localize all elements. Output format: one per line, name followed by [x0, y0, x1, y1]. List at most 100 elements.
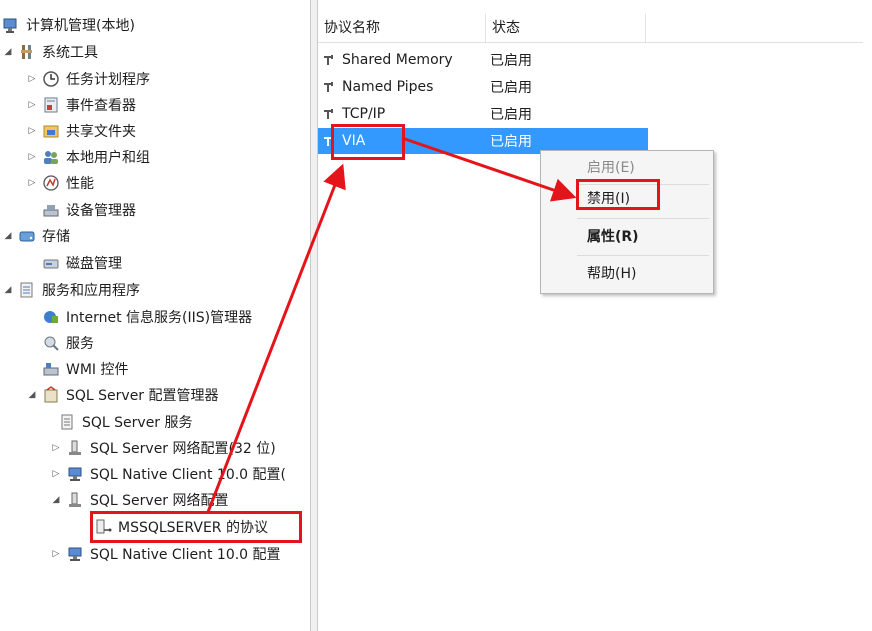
tree-item-disk-management[interactable]: 磁盘管理	[26, 252, 122, 274]
tree-item-label: 性能	[66, 176, 94, 192]
tree-item-label: 存储	[42, 229, 70, 245]
tree-item-native-client-32[interactable]: ▷ SQL Native Client 10.0 配置(	[50, 463, 286, 485]
tree-item-label: SQL Native Client 10.0 配置	[90, 547, 281, 563]
shared-folders-icon	[42, 122, 60, 140]
expand-toggle[interactable]: ▷	[26, 100, 38, 110]
users-groups-icon	[42, 148, 60, 166]
tree-item-native-client[interactable]: ▷ SQL Native Client 10.0 配置	[50, 543, 281, 565]
sql-services-icon	[58, 413, 76, 431]
table-row[interactable]: Shared Memory 已启用	[318, 47, 648, 73]
tree-item-iis-manager[interactable]: Internet 信息服务(IIS)管理器	[26, 306, 252, 328]
column-header-protocol-name[interactable]: 协议名称	[318, 14, 486, 42]
menu-separator	[577, 255, 709, 256]
pane-splitter[interactable]	[310, 0, 318, 631]
tree-item-network-config[interactable]: ◢ SQL Server 网络配置	[50, 489, 229, 511]
task-scheduler-icon	[42, 70, 60, 88]
expand-toggle[interactable]: ▷	[50, 469, 62, 479]
tree-item-shared-folders[interactable]: ▷ 共享文件夹	[26, 120, 136, 142]
table-row[interactable]: Named Pipes 已启用	[318, 74, 648, 100]
tree-item-label: 共享文件夹	[66, 124, 136, 140]
protocol-status: 已启用	[490, 107, 532, 123]
column-header-empty	[646, 14, 863, 42]
services-apps-icon	[18, 281, 36, 299]
menu-item-help[interactable]: 帮助(H)	[541, 261, 713, 287]
tree-item-label: 系统工具	[42, 45, 98, 61]
network-config-icon	[66, 491, 84, 509]
tree-item-event-viewer[interactable]: ▷ 事件查看器	[26, 94, 136, 116]
expand-toggle[interactable]: ▷	[26, 152, 38, 162]
tree-item-task-scheduler[interactable]: ▷ 任务计划程序	[26, 68, 150, 90]
tree-item-storage[interactable]: ◢ 存储	[2, 225, 70, 247]
protocol-icon	[324, 82, 333, 92]
event-viewer-icon	[42, 96, 60, 114]
tree-item-label: 服务	[66, 336, 94, 352]
menu-separator	[577, 218, 709, 219]
expand-toggle[interactable]: ▷	[26, 74, 38, 84]
protocol-icon	[324, 109, 333, 119]
tree-item-label: 事件查看器	[66, 98, 136, 114]
protocol-icon	[324, 55, 333, 65]
native-client-icon	[66, 545, 84, 563]
column-header-status[interactable]: 状态	[486, 14, 646, 42]
expand-toggle[interactable]: ◢	[50, 495, 62, 505]
expand-toggle[interactable]: ▷	[50, 549, 62, 559]
disk-management-icon	[42, 254, 60, 272]
device-manager-icon	[42, 201, 60, 219]
expand-toggle[interactable]: ◢	[2, 231, 14, 241]
network-config-icon	[66, 439, 84, 457]
services-icon	[42, 334, 60, 352]
list-header: 协议名称 状态	[318, 14, 863, 43]
tree-item-label: 计算机管理(本地)	[26, 18, 135, 34]
protocol-list-pane: 协议名称 状态 Shared Memory 已启用 Named Pipes 已启…	[318, 0, 872, 631]
tree-item-wmi-control[interactable]: WMI 控件	[26, 358, 129, 380]
highlight-box-disable	[576, 179, 660, 210]
tree-item-label: 设备管理器	[66, 203, 136, 219]
protocol-name: Shared Memory	[342, 52, 453, 68]
computer-management-icon	[2, 16, 20, 34]
tree-item-label: SQL Server 网络配置	[90, 493, 229, 509]
wmi-icon	[42, 360, 60, 378]
tree-item-system-tools[interactable]: ◢ 系统工具	[2, 41, 98, 63]
expand-toggle[interactable]: ▷	[26, 126, 38, 136]
tree-item-label: 本地用户和组	[66, 150, 150, 166]
context-menu: 启用(E) 禁用(I) 属性(R) 帮助(H)	[540, 150, 714, 294]
tree-item-label: Internet 信息服务(IIS)管理器	[66, 310, 253, 326]
tree-item-network-config-32[interactable]: ▷ SQL Server 网络配置(32 位)	[50, 437, 276, 459]
native-client-icon	[66, 465, 84, 483]
protocol-status: 已启用	[490, 53, 532, 69]
expand-toggle[interactable]: ◢	[2, 47, 14, 57]
expand-toggle[interactable]: ▷	[50, 443, 62, 453]
tree-item-device-manager[interactable]: 设备管理器	[26, 199, 136, 221]
tree-item-label: 磁盘管理	[66, 256, 122, 272]
protocol-name: Named Pipes	[342, 79, 434, 95]
tree-item-label: SQL Native Client 10.0 配置(	[90, 467, 286, 483]
expand-toggle[interactable]: ▷	[26, 178, 38, 188]
menu-item-enable: 启用(E)	[587, 160, 635, 176]
system-tools-icon	[18, 43, 36, 61]
tree-item-label: WMI 控件	[66, 362, 129, 378]
tree-item-performance[interactable]: ▷ 性能	[26, 172, 94, 194]
tree-item-sql-config-manager[interactable]: ◢ SQL Server 配置管理器	[26, 384, 219, 406]
protocol-status: 已启用	[490, 134, 532, 150]
tree-item-services[interactable]: 服务	[26, 332, 94, 354]
tree-item-label: SQL Server 服务	[82, 415, 193, 431]
expand-toggle[interactable]: ◢	[2, 285, 14, 295]
tree-item-label: 任务计划程序	[66, 72, 150, 88]
tree-item-local-users-groups[interactable]: ▷ 本地用户和组	[26, 146, 150, 168]
iis-icon	[42, 308, 60, 326]
highlight-box-mssqlserver-protocols	[90, 511, 302, 543]
menu-item-properties[interactable]: 属性(R)	[541, 224, 713, 250]
tree-item-computer-management[interactable]: 计算机管理(本地)	[2, 14, 135, 36]
tree-item-label: SQL Server 网络配置(32 位)	[90, 441, 276, 457]
sql-config-manager-icon	[42, 386, 60, 404]
tree-item-sql-server-services[interactable]: SQL Server 服务	[58, 411, 193, 433]
performance-icon	[42, 174, 60, 192]
tree-item-label: SQL Server 配置管理器	[66, 388, 219, 404]
tree-item-services-applications[interactable]: ◢ 服务和应用程序	[2, 279, 140, 301]
tree-item-label: 服务和应用程序	[42, 283, 140, 299]
expand-toggle[interactable]: ◢	[26, 390, 38, 400]
highlight-box-via	[331, 124, 405, 160]
protocol-status: 已启用	[490, 80, 532, 96]
protocol-name: TCP/IP	[342, 106, 386, 122]
storage-icon	[18, 227, 36, 245]
